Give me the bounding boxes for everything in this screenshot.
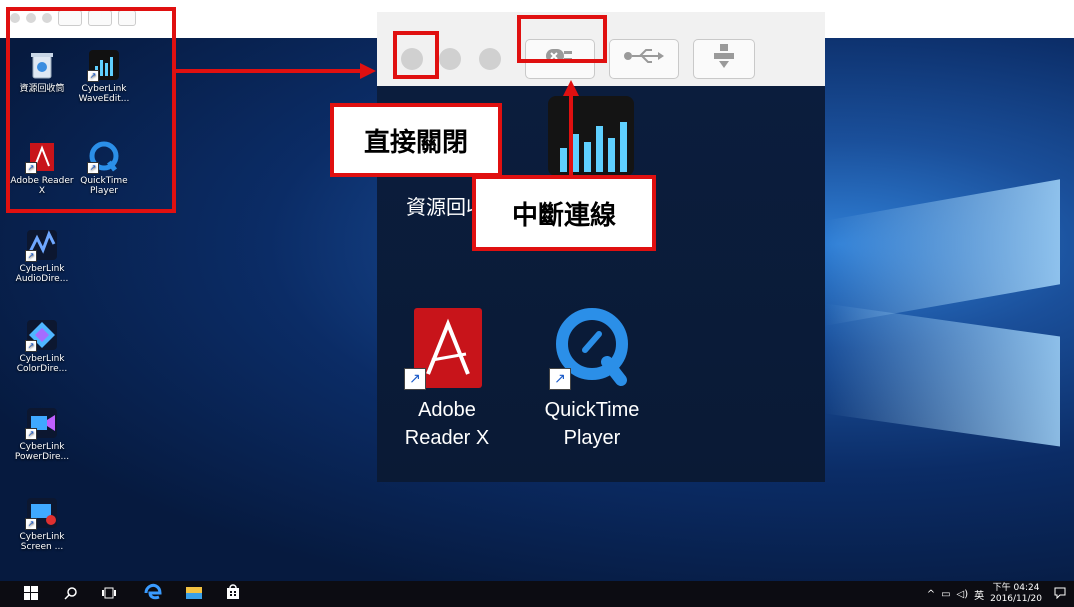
- network-icon[interactable]: ▭: [941, 589, 950, 600]
- task-view-icon: [102, 587, 116, 599]
- clock-date: 2016/11/20: [990, 594, 1042, 604]
- callout-disconnect-text: 中斷連線: [511, 200, 616, 231]
- file-explorer-button[interactable]: [186, 585, 202, 603]
- windows-icon: [24, 586, 38, 600]
- search-button[interactable]: [64, 586, 78, 604]
- chevron-up-icon[interactable]: ^: [927, 589, 935, 600]
- store-button[interactable]: [226, 584, 240, 604]
- store-icon: [227, 584, 239, 599]
- edge-button[interactable]: [144, 583, 162, 605]
- callout-close-directly: 直接關閉: [330, 103, 502, 177]
- callout-disconnect: 中斷連線: [472, 175, 656, 251]
- annotation-arrows: [176, 63, 579, 178]
- edge-icon: [144, 583, 162, 600]
- search-icon: [64, 587, 77, 600]
- start-button[interactable]: [24, 586, 38, 604]
- system-tray: ^ ▭ ◁) 英 下午 04:24 2016/11/20: [927, 583, 1066, 605]
- arrow-head: [563, 80, 579, 96]
- folder-icon: [186, 587, 202, 599]
- ime-indicator[interactable]: 英: [974, 587, 984, 602]
- task-view-button[interactable]: [102, 586, 116, 604]
- callout-close-directly-text: 直接關閉: [363, 127, 468, 158]
- volume-icon[interactable]: ◁): [957, 589, 969, 600]
- notification-icon[interactable]: [1054, 587, 1066, 602]
- arrow-head: [360, 63, 376, 79]
- clock-time: 下午 04:24: [992, 583, 1040, 593]
- taskbar: ^ ▭ ◁) 英 下午 04:24 2016/11/20: [0, 581, 1074, 607]
- clock[interactable]: 下午 04:24 2016/11/20: [990, 583, 1042, 605]
